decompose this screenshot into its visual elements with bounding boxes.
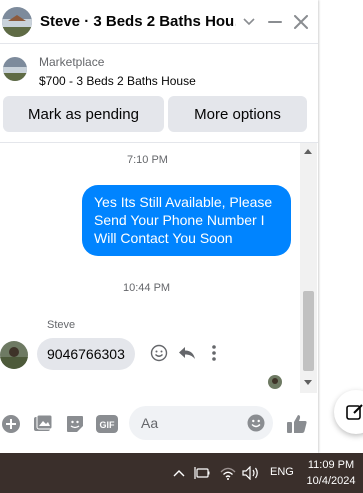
language-indicator[interactable]: ENG <box>270 466 294 478</box>
mark-as-pending-button[interactable]: Mark as pending <box>3 96 164 132</box>
taskbar: ENG 11:09 PM 10/4/2024 <box>0 453 363 493</box>
system-clock[interactable]: 11:09 PM 10/4/2024 <box>302 457 360 489</box>
clock-time: 11:09 PM <box>307 459 355 471</box>
svg-text:GIF: GIF <box>100 420 116 430</box>
more-icon[interactable] <box>204 343 224 363</box>
listing-thumbnail <box>3 57 27 81</box>
timestamp: 7:10 PM <box>127 154 168 166</box>
compose-icon <box>346 404 363 420</box>
outgoing-message[interactable]: Yes Its Still Available, Please Send You… <box>82 185 291 256</box>
message-list[interactable]: 7:10 PM Yes Its Still Available, Please … <box>0 143 300 393</box>
sticker-icon[interactable] <box>64 413 86 435</box>
incoming-message[interactable]: 9046766303 <box>37 338 135 370</box>
timestamp: 10:44 PM <box>123 282 171 294</box>
sender-avatar[interactable] <box>0 341 28 369</box>
battery-icon[interactable] <box>194 465 210 481</box>
listing-title[interactable]: $700 - 3 Beds 2 Baths House <box>39 74 196 88</box>
chat-window: Steve · 3 Beds 2 Baths Hou… Marketplace … <box>0 0 318 453</box>
react-icon[interactable] <box>149 343 169 363</box>
emoji-icon[interactable] <box>246 413 266 433</box>
sender-name: Steve <box>47 319 76 331</box>
message-composer: GIF <box>0 400 318 446</box>
contact-avatar[interactable] <box>2 6 32 37</box>
marketplace-listing[interactable]: Marketplace $700 - 3 Beds 2 Baths House <box>0 50 318 92</box>
photo-icon[interactable] <box>32 413 54 435</box>
seen-avatar <box>268 375 282 389</box>
gif-icon[interactable]: GIF <box>96 413 118 435</box>
scroll-down-icon[interactable] <box>304 380 312 385</box>
chevron-up-icon[interactable] <box>172 465 186 481</box>
wifi-icon[interactable] <box>220 465 236 481</box>
like-icon[interactable] <box>285 413 309 435</box>
scrollbar-thumb[interactable] <box>303 291 314 371</box>
close-icon[interactable] <box>288 9 314 35</box>
chevron-down-icon[interactable] <box>236 9 262 35</box>
chat-header[interactable]: Steve · 3 Beds 2 Baths Hou… <box>0 0 318 44</box>
reply-icon[interactable] <box>177 343 197 363</box>
minimize-icon[interactable] <box>262 9 288 35</box>
marketplace-label: Marketplace <box>39 55 105 69</box>
speaker-icon[interactable] <box>242 465 260 481</box>
listing-actions: Mark as pending More options <box>3 96 307 132</box>
message-scrollbar[interactable] <box>300 143 317 393</box>
new-message-button[interactable] <box>334 390 363 434</box>
clock-date: 10/4/2024 <box>306 475 356 487</box>
scroll-up-icon[interactable] <box>304 149 312 154</box>
plus-icon[interactable] <box>0 413 22 435</box>
chat-title[interactable]: Steve · 3 Beds 2 Baths Hou… <box>40 13 236 30</box>
more-options-button[interactable]: More options <box>168 96 307 132</box>
